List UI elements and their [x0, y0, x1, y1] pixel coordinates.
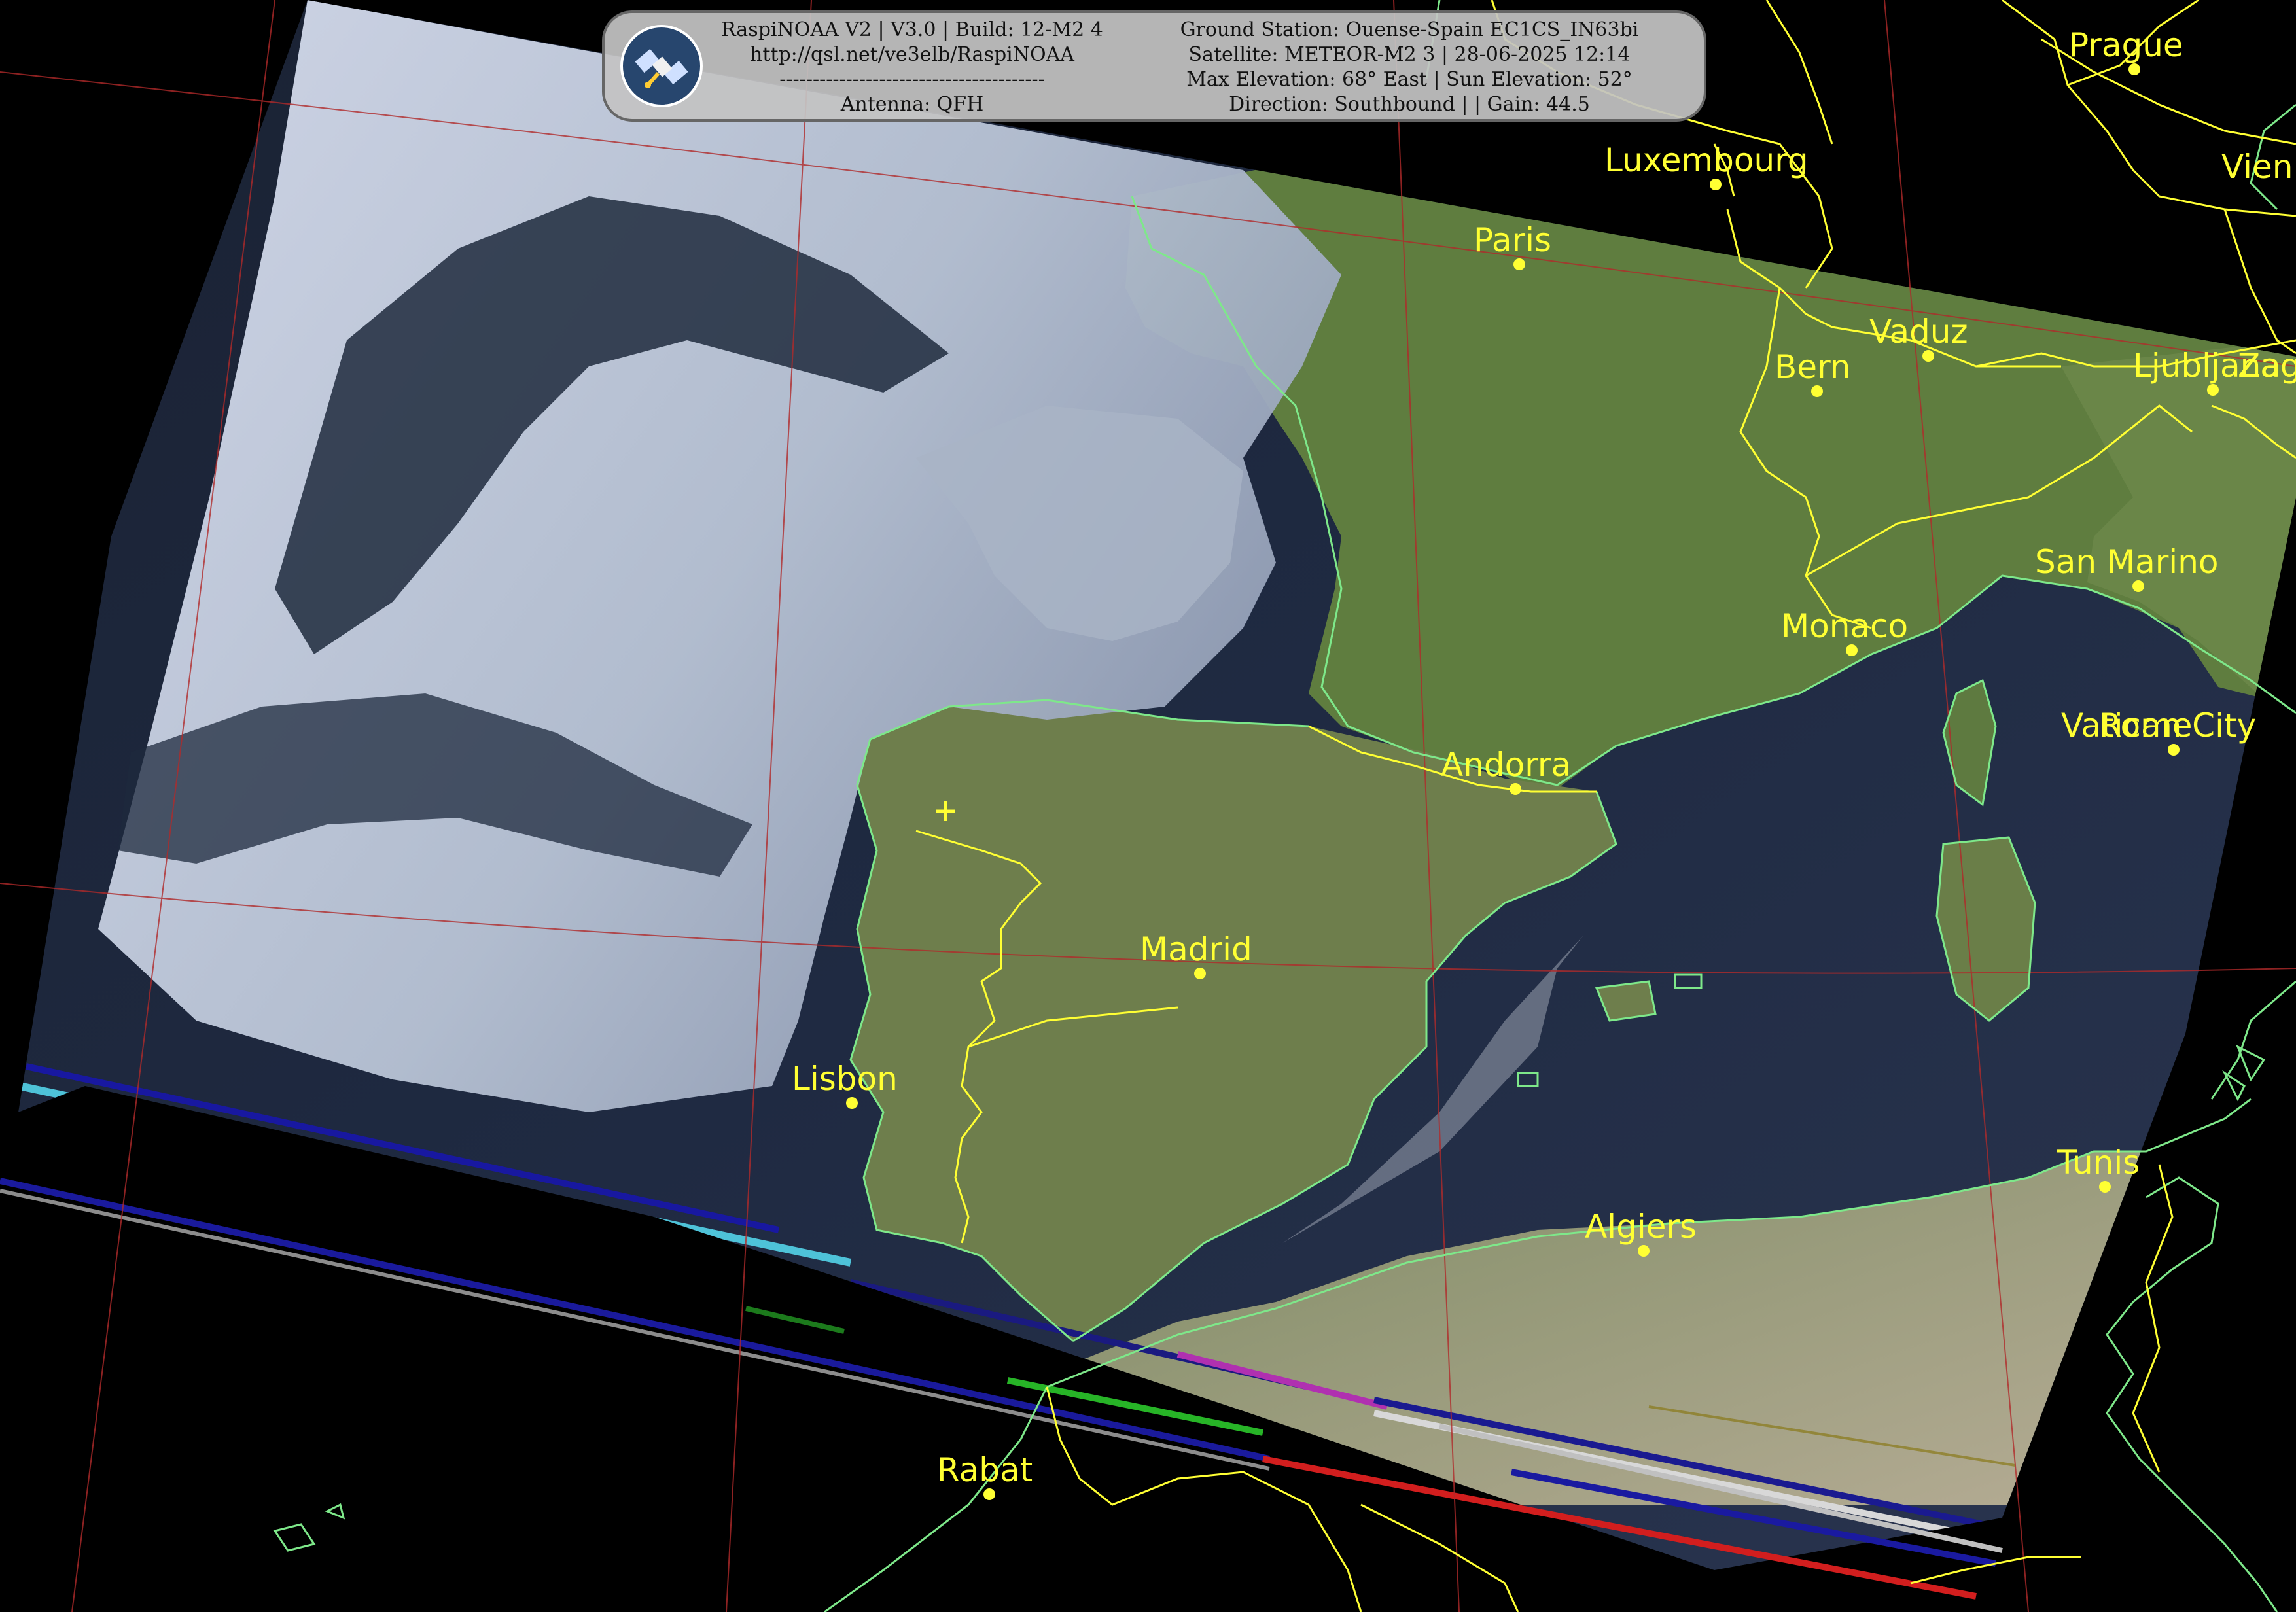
city-label-rome: Rome [2099, 707, 2193, 745]
city-dot-prague [2128, 63, 2140, 75]
header-right-line-1: Ground Station: Ouense-Spain EC1CS_IN63b… [1180, 18, 1639, 41]
city-dot-algiers [1638, 1245, 1650, 1257]
city-label-rabat: Rabat [937, 1451, 1033, 1489]
city-dot-vaduz [1922, 350, 1934, 362]
header-left-line-1: RaspiNOAA V2 | V3.0 | Build: 12-M2 4 [721, 18, 1103, 41]
city-dot-lisbon [846, 1097, 858, 1109]
city-label-vienna: Vien [2221, 148, 2293, 186]
city-label-bern: Bern [1775, 348, 1850, 386]
city-dot-tunis [2099, 1181, 2111, 1193]
city-dot-vatican-rome [2168, 744, 2180, 756]
city-label-zagreb: Zag [2238, 347, 2296, 385]
city-label-madrid: Madrid [1140, 930, 1252, 968]
header-right-line-2: Satellite: METEOR-M2 3 | 28-06-2025 12:1… [1188, 43, 1631, 66]
city-dot-luxembourg [1710, 179, 1722, 190]
city-label-lisbon: Lisbon [792, 1060, 898, 1098]
city-dot-monaco [1846, 644, 1858, 656]
satellite-image-map: Prague Luxembourg Vien Paris Vaduz Bern … [0, 0, 2296, 1612]
city-label-monaco: Monaco [1781, 607, 1908, 645]
header-right-line-4: Direction: Southbound | | Gain: 44.5 [1229, 93, 1590, 116]
header-left-line-4: Antenna: QFH [840, 93, 984, 116]
city-label-andorra: Andorra [1441, 746, 1571, 784]
city-dot-rabat [983, 1488, 995, 1500]
header-left-line-2: http://qsl.net/ve3elb/RaspiNOAA [750, 43, 1074, 66]
city-dot-bern [1811, 385, 1823, 397]
city-dot-san-marino [2132, 580, 2144, 592]
city-label-san-marino: San Marino [2035, 543, 2218, 581]
city-label-vaduz: Vaduz [1869, 313, 1968, 351]
city-dot-madrid [1194, 968, 1206, 979]
pass-info-header: RaspiNOAA V2 | V3.0 | Build: 12-M2 4 htt… [602, 10, 1706, 122]
city-label-paris: Paris [1474, 221, 1551, 259]
city-label-algiers: Algiers [1585, 1208, 1697, 1246]
city-label-luxembourg: Luxembourg [1604, 141, 1809, 179]
city-dot-andorra [1510, 783, 1521, 795]
satellite-icon [620, 25, 703, 107]
header-right-line-3: Max Elevation: 68° East | Sun Elevation:… [1186, 68, 1633, 91]
header-left-line-3: ---------------------------------------- [779, 68, 1045, 91]
city-label-prague: Prague [2069, 26, 2183, 64]
city-dot-paris [1513, 258, 1525, 270]
city-label-tunis: Tunis [2057, 1144, 2140, 1182]
city-dot-ljubljana [2207, 384, 2219, 396]
